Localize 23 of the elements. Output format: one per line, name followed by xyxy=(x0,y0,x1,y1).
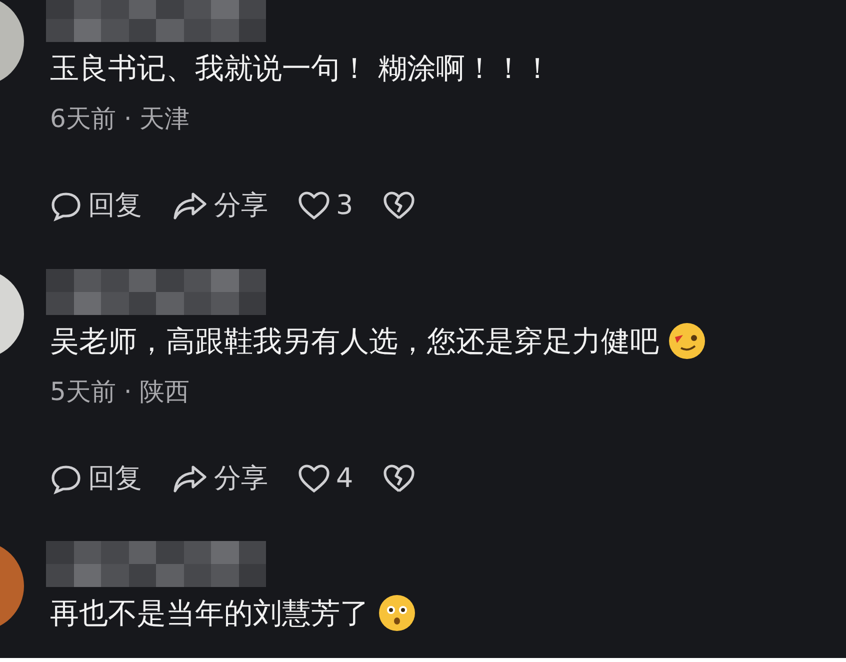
comment-bubble-icon xyxy=(50,462,82,495)
comment-text: 玉良书记、我就说一句！ 糊涂啊！！！ xyxy=(50,50,552,87)
comment-text: 再也不是当年的刘慧芳了 xyxy=(50,595,369,632)
dislike-button[interactable] xyxy=(383,464,416,494)
dislike-button[interactable] xyxy=(383,191,416,222)
comment-bubble-icon xyxy=(50,190,82,222)
share-button[interactable]: 分享 xyxy=(172,186,268,226)
like-button[interactable]: 4 xyxy=(298,458,354,499)
like-button[interactable]: 3 xyxy=(298,186,354,226)
comment-meta: 6天前 · 天津 xyxy=(49,103,190,135)
winking-face-icon xyxy=(667,320,707,360)
comment-meta: 5天前 · 陕西 xyxy=(49,376,190,408)
reply-button[interactable]: 回复 xyxy=(50,186,142,226)
surprised-face-icon xyxy=(377,593,417,633)
share-arrow-icon xyxy=(172,190,208,222)
reply-button[interactable]: 回复 xyxy=(50,458,142,499)
heart-icon xyxy=(298,464,330,494)
comment-text: 吴老师，高跟鞋我另有人选，您还是穿足力健吧 xyxy=(50,322,659,360)
broken-heart-icon xyxy=(383,191,416,222)
share-arrow-icon xyxy=(172,462,208,495)
heart-icon xyxy=(298,191,330,222)
share-button[interactable]: 分享 xyxy=(172,458,268,499)
broken-heart-icon xyxy=(383,464,416,494)
